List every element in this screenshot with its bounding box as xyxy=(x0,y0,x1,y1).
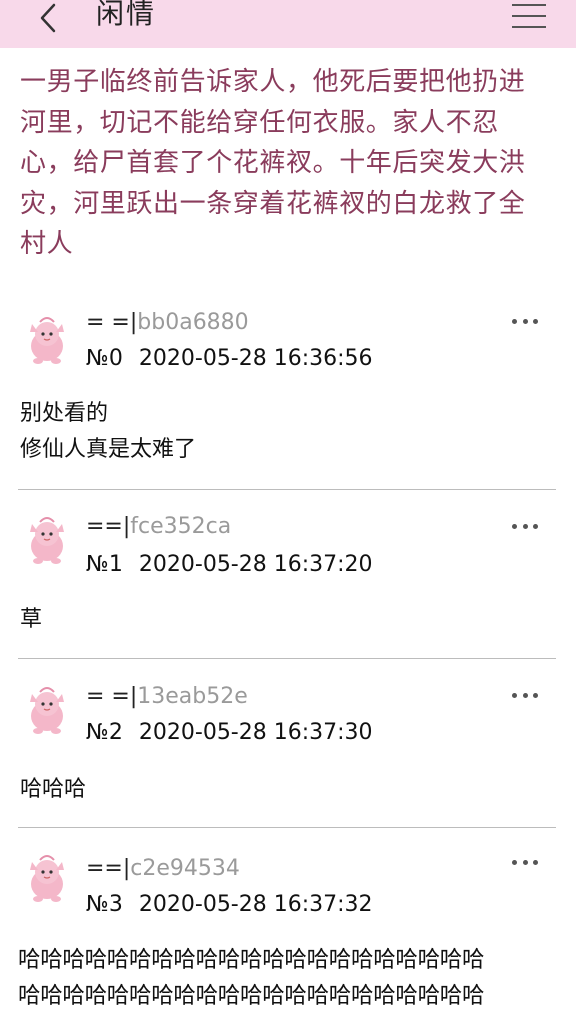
pink-creature-avatar-icon xyxy=(30,687,64,734)
reply-content: 哈哈哈 xyxy=(20,777,87,802)
floor-number: №0 xyxy=(86,346,123,371)
avatar[interactable] xyxy=(18,682,76,740)
divider xyxy=(18,827,556,828)
pink-creature-avatar-icon xyxy=(30,855,64,902)
user-id: c2e94534 xyxy=(130,856,240,881)
more-options-button[interactable] xyxy=(512,316,538,326)
page-title: 闲情 xyxy=(96,0,157,30)
pink-creature-avatar-icon xyxy=(30,517,64,564)
floor-number: №2 xyxy=(86,720,123,745)
chevron-left-icon xyxy=(40,3,56,33)
reply-content: 草 xyxy=(20,607,43,632)
top-bar: 闲情 xyxy=(0,0,576,48)
floor-number: №3 xyxy=(86,892,123,917)
user-id: fce352ca xyxy=(130,514,232,539)
more-options-button[interactable] xyxy=(512,521,538,531)
more-options-button[interactable] xyxy=(512,690,538,700)
reply-meta: №2 2020-05-28 16:37:30 xyxy=(86,720,373,746)
more-horizontal-icon xyxy=(512,318,517,324)
more-horizontal-icon xyxy=(512,692,517,698)
reply-user: ==|c2e94534 xyxy=(86,856,240,881)
menu-button[interactable] xyxy=(512,0,548,30)
reply-content: 别处看的 修仙人真是太难了 xyxy=(20,401,197,462)
divider xyxy=(18,489,556,490)
more-options-button[interactable] xyxy=(512,857,538,867)
pink-creature-avatar-icon xyxy=(30,317,64,364)
hamburger-menu-icon xyxy=(512,4,546,6)
post-content: 一男子临终前告诉家人，他死后要把他扔进河里，切记不能给穿任何衣服。家人不忍心，给… xyxy=(20,67,526,259)
avatar[interactable] xyxy=(18,312,76,370)
divider xyxy=(18,658,556,659)
more-horizontal-icon xyxy=(512,523,517,529)
avatar[interactable] xyxy=(18,512,76,570)
reply-user: = =|bb0a6880 xyxy=(86,310,249,335)
reply-meta: №1 2020-05-28 16:37:20 xyxy=(86,552,373,578)
floor-number: №1 xyxy=(86,552,123,577)
timestamp: 2020-05-28 16:37:32 xyxy=(138,892,373,917)
more-horizontal-icon xyxy=(512,859,517,865)
reply-user: ==|fce352ca xyxy=(86,514,232,539)
back-button[interactable] xyxy=(30,0,70,36)
timestamp: 2020-05-28 16:36:56 xyxy=(138,346,373,371)
reply-meta: №0 2020-05-28 16:36:56 xyxy=(86,346,373,372)
avatar[interactable] xyxy=(18,850,76,908)
reply-meta: №3 2020-05-28 16:37:32 xyxy=(86,892,373,918)
user-id: 13eab52e xyxy=(137,684,248,709)
user-id: bb0a6880 xyxy=(137,310,249,335)
reply-content: 哈哈哈哈哈哈哈哈哈哈哈哈哈哈哈哈哈哈哈哈哈 哈哈哈哈哈哈哈哈哈哈哈哈哈哈哈哈哈哈… xyxy=(18,947,485,1009)
timestamp: 2020-05-28 16:37:30 xyxy=(138,720,373,745)
timestamp: 2020-05-28 16:37:20 xyxy=(138,552,373,577)
reply-user: = =|13eab52e xyxy=(86,684,248,709)
